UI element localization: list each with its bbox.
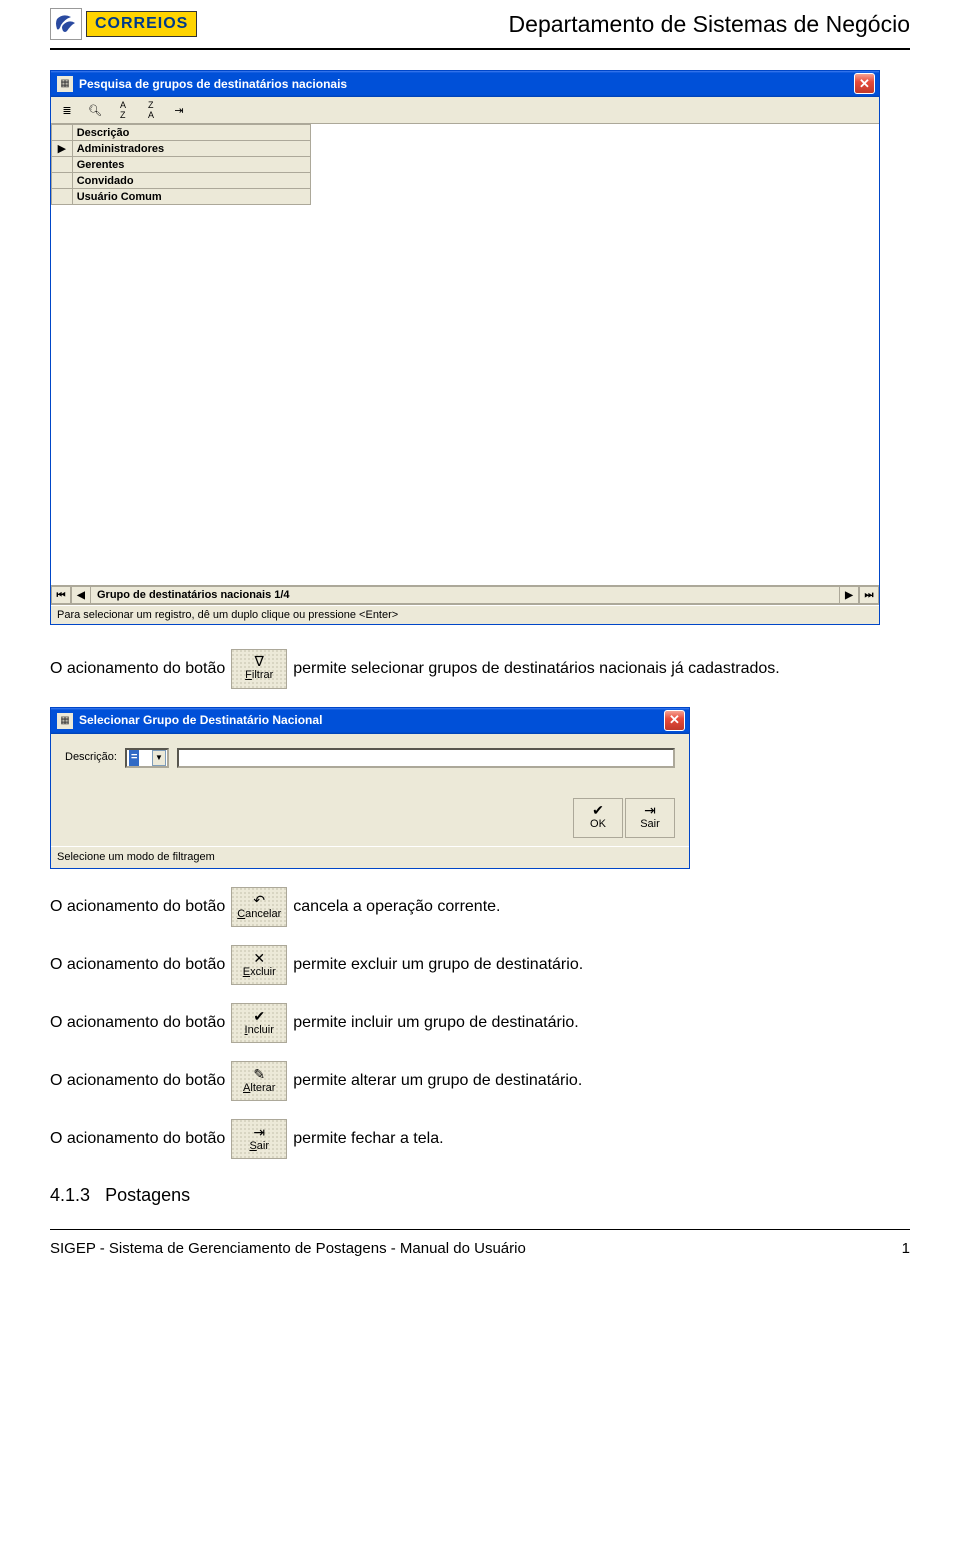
nav-position-label: Grupo de destinatários nacionais 1/4 — [91, 586, 839, 604]
data-grid: Descrição ▶Administradores Gerentes Conv… — [51, 124, 879, 585]
app-icon: ▦ — [57, 76, 73, 92]
nav-prev-icon[interactable]: ◀ — [71, 586, 91, 604]
grid-corner — [52, 125, 73, 141]
sort-asc-icon[interactable]: AZ — [112, 100, 134, 120]
para-cancelar: O acionamento do botão ↶ Cancelar cancel… — [50, 887, 910, 927]
text: permite excluir um grupo de destinatário… — [293, 954, 583, 976]
text: permite selecionar grupos de destinatári… — [293, 658, 780, 680]
statusbar: Selecione um modo de filtragem — [51, 846, 689, 868]
para-alterar: O acionamento do botão ✎ Alterar permite… — [50, 1061, 910, 1101]
text: permite alterar um grupo de destinatário… — [293, 1070, 582, 1092]
edit-icon: ✎ — [253, 1067, 265, 1081]
correios-logo-icon — [50, 8, 82, 40]
filtrar-button[interactable]: ∇ Filtrar — [231, 649, 287, 689]
cancelar-button[interactable]: ↶ Cancelar — [231, 887, 287, 927]
incluir-button[interactable]: ✔ Incluir — [231, 1003, 287, 1043]
grid-empty-area — [51, 205, 879, 585]
table-row[interactable]: Usuário Comum — [72, 189, 310, 205]
para-filtrar: O acionamento do botão ∇ Filtrar permite… — [50, 649, 910, 689]
text: permite fechar a tela. — [293, 1128, 443, 1150]
page-header: CORREIOS Departamento de Sistemas de Neg… — [50, 0, 910, 44]
sair-button[interactable]: ⇥ Sair — [231, 1119, 287, 1159]
table-row[interactable]: Administradores — [72, 141, 310, 157]
record-navigator: ⏮︎ ◀ Grupo de destinatários nacionais 1/… — [51, 585, 879, 605]
filter-mode-dropdown[interactable]: = ▼ — [125, 748, 169, 768]
logo: CORREIOS — [50, 8, 197, 40]
logo-text: CORREIOS — [86, 11, 197, 37]
nav-first-icon[interactable]: ⏮︎ — [51, 586, 71, 604]
para-sair: O acionamento do botão ⇥ Sair permite fe… — [50, 1119, 910, 1159]
table-row[interactable]: Convidado — [72, 173, 310, 189]
statusbar: Para selecionar um registro, dê um duplo… — [51, 605, 879, 624]
toolbar: ≣ 🔍︎ AZ ZA ⇥ — [51, 97, 879, 124]
list-icon[interactable]: ≣ — [56, 100, 78, 120]
dialog-body: Descrição: = ▼ ✔ OK ⇥ Sair — [51, 734, 689, 846]
text: O acionamento do botão — [50, 1012, 225, 1034]
exit-icon[interactable]: ⇥ — [168, 100, 190, 120]
titlebar: ▦ Pesquisa de grupos de destinatários na… — [51, 71, 879, 97]
column-header[interactable]: Descrição — [72, 125, 310, 141]
text: O acionamento do botão — [50, 1128, 225, 1150]
row-indicator[interactable] — [52, 189, 73, 205]
table-row[interactable]: Gerentes — [72, 157, 310, 173]
row-indicator[interactable] — [52, 157, 73, 173]
exit-icon: ⇥ — [253, 1125, 265, 1139]
exit-icon: ⇥ — [644, 803, 656, 817]
funnel-icon: ∇ — [255, 654, 264, 668]
chevron-down-icon: ▼ — [152, 750, 166, 766]
section-number: 4.1.3 — [50, 1185, 90, 1205]
footer-divider — [50, 1229, 910, 1230]
row-indicator[interactable] — [52, 173, 73, 189]
close-icon[interactable]: ✕ — [854, 73, 875, 94]
delete-icon: ✕ — [253, 951, 265, 965]
window-grupos: ▦ Pesquisa de grupos de destinatários na… — [50, 70, 880, 625]
text: O acionamento do botão — [50, 896, 225, 918]
para-incluir: O acionamento do botão ✔ Incluir permite… — [50, 1003, 910, 1043]
close-icon[interactable]: ✕ — [664, 710, 685, 731]
text: permite incluir um grupo de destinatário… — [293, 1012, 578, 1034]
text: cancela a operação corrente. — [293, 896, 500, 918]
app-icon: ▦ — [57, 713, 73, 729]
window-title: Pesquisa de grupos de destinatários naci… — [79, 77, 854, 91]
sort-desc-icon[interactable]: ZA — [140, 100, 162, 120]
ok-button[interactable]: ✔ OK — [573, 798, 623, 838]
window-title: Selecionar Grupo de Destinatário Naciona… — [79, 712, 664, 729]
text: O acionamento do botão — [50, 1070, 225, 1092]
titlebar: ▦ Selecionar Grupo de Destinatário Nacio… — [51, 708, 689, 734]
alterar-button[interactable]: ✎ Alterar — [231, 1061, 287, 1101]
nav-next-icon[interactable]: ▶ — [839, 586, 859, 604]
check-icon: ✔ — [592, 803, 604, 817]
search-icon[interactable]: 🔍︎ — [84, 100, 106, 120]
footer-text: SIGEP - Sistema de Gerenciamento de Post… — [50, 1240, 526, 1257]
undo-icon: ↶ — [253, 893, 265, 907]
section-heading: 4.1.3 Postagens — [50, 1183, 910, 1208]
excluir-button[interactable]: ✕ Excluir — [231, 945, 287, 985]
text: O acionamento do botão — [50, 658, 225, 680]
department-title: Departamento de Sistemas de Negócio — [509, 11, 910, 38]
header-divider — [50, 48, 910, 50]
page-footer: SIGEP - Sistema de Gerenciamento de Post… — [50, 1236, 910, 1257]
nav-last-icon[interactable]: ⏭︎ — [859, 586, 879, 604]
descricao-label: Descrição: — [65, 750, 117, 765]
descricao-input[interactable] — [177, 748, 675, 768]
row-indicator[interactable]: ▶ — [52, 141, 73, 157]
page-number: 1 — [902, 1240, 910, 1257]
dropdown-value: = — [129, 750, 139, 765]
sair-button[interactable]: ⇥ Sair — [625, 798, 675, 838]
section-title: Postagens — [105, 1185, 190, 1205]
check-icon: ✔ — [253, 1009, 265, 1023]
para-excluir: O acionamento do botão ✕ Excluir permite… — [50, 945, 910, 985]
window-selecionar-grupo: ▦ Selecionar Grupo de Destinatário Nacio… — [50, 707, 690, 869]
text: O acionamento do botão — [50, 954, 225, 976]
